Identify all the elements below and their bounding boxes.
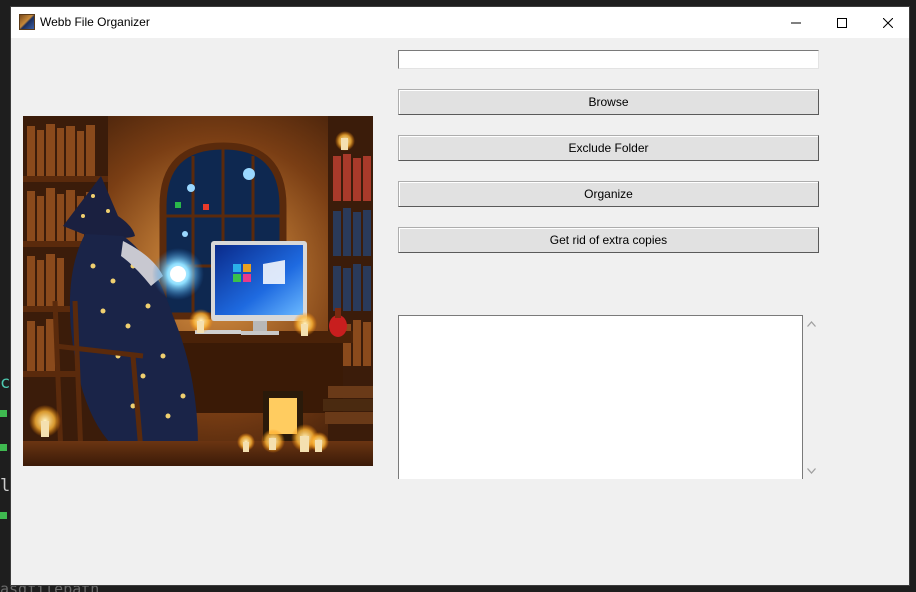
background-terminal-fragment	[0, 410, 7, 417]
background-terminal-fragment: l	[0, 476, 11, 496]
scroll-up-button[interactable]	[803, 315, 820, 332]
chevron-up-icon	[807, 320, 816, 327]
output-log-textarea[interactable]	[398, 315, 803, 479]
maximize-icon	[837, 17, 847, 28]
window-title: Webb File Organizer	[40, 15, 150, 29]
log-scrollbar[interactable]	[803, 315, 820, 479]
wizard-illustration-image	[23, 116, 373, 466]
app-window: Webb File Organizer Browse Exclude Folde…	[10, 6, 910, 586]
maximize-button[interactable]	[819, 7, 865, 38]
close-button[interactable]	[865, 7, 909, 38]
close-icon	[883, 17, 893, 28]
wizard-illustration	[23, 116, 373, 466]
background-terminal-fragment: c	[0, 373, 11, 393]
minimize-icon	[791, 22, 801, 23]
chevron-down-icon	[807, 467, 816, 474]
minimize-button[interactable]	[773, 7, 819, 38]
background-terminal-fragment	[0, 512, 7, 519]
app-icon	[19, 14, 35, 30]
scroll-down-button[interactable]	[803, 462, 820, 479]
organize-button[interactable]: Organize	[398, 181, 819, 207]
exclude-folder-button[interactable]: Exclude Folder	[398, 135, 819, 161]
browse-button[interactable]: Browse	[398, 89, 819, 115]
folder-path-input[interactable]	[398, 50, 819, 69]
desktop: c l asdfilepath Webb File Organizer Brow…	[0, 0, 916, 592]
remove-duplicates-button[interactable]: Get rid of extra copies	[398, 227, 819, 253]
background-terminal-fragment	[0, 444, 7, 451]
title-bar[interactable]: Webb File Organizer	[11, 7, 909, 38]
